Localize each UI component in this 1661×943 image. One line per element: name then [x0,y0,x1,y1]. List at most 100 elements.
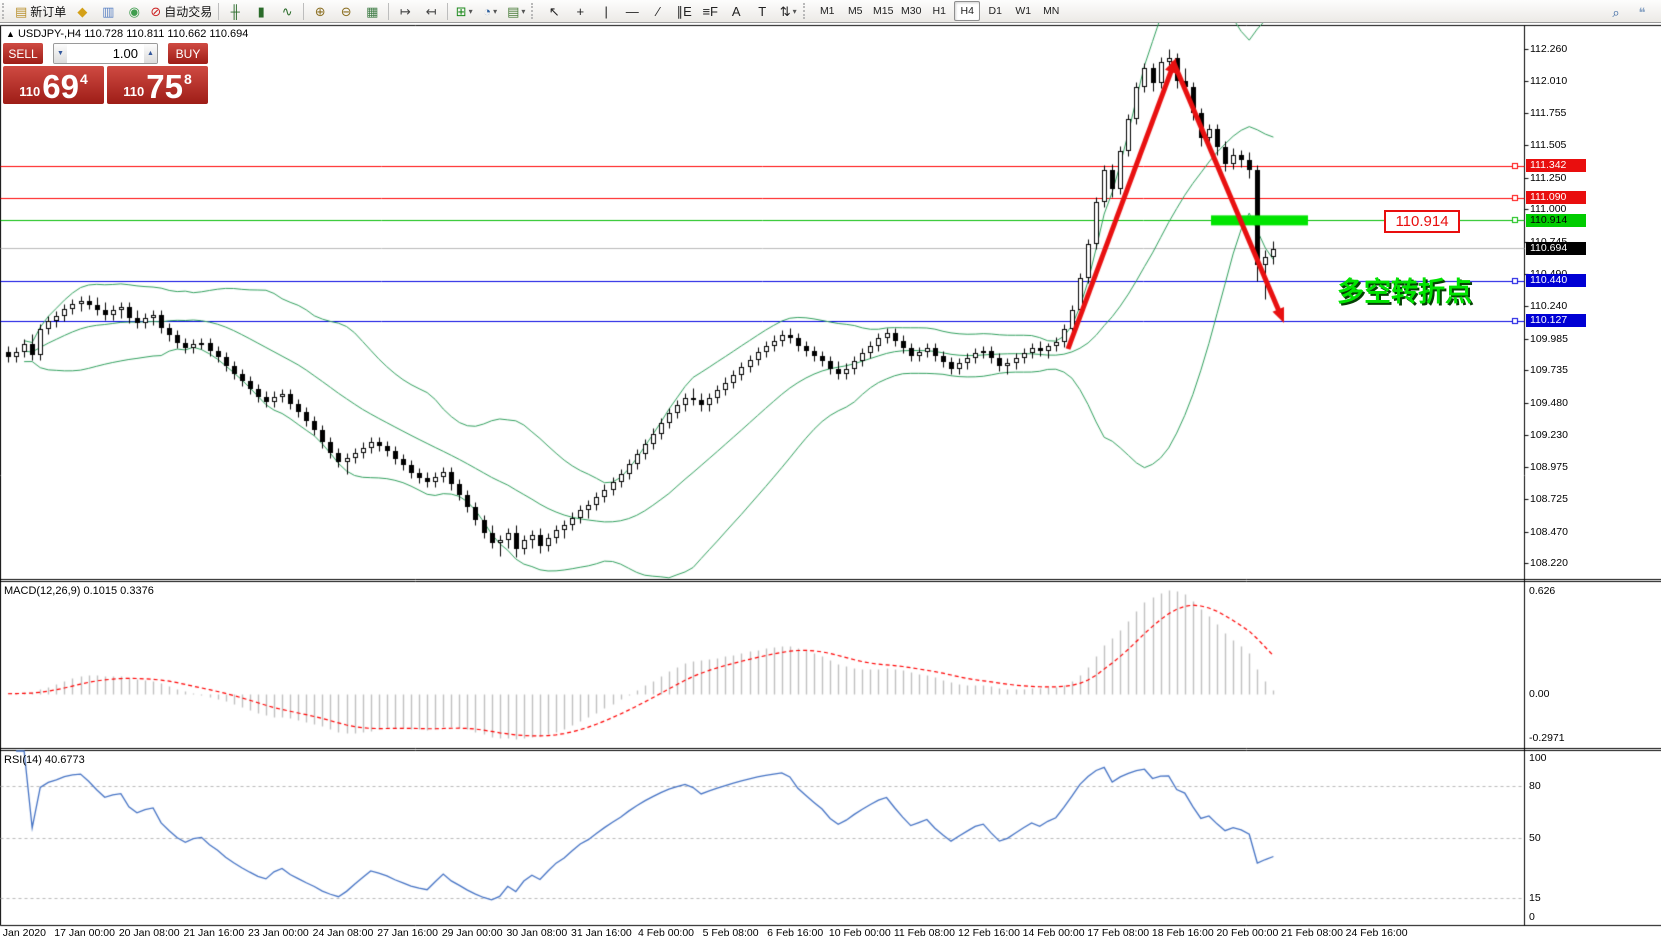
periods-button[interactable]: ◔▾ [477,0,503,22]
bar-chart-icon[interactable]: ╫ [222,0,248,22]
symbol-period: USDJPY-,H4 [18,28,81,40]
price-axis-label: 108.975 [1530,461,1568,473]
vertical-line-icon: | [605,5,608,18]
price-axis-label: 112.260 [1530,43,1567,55]
timeframe-m1-button[interactable]: M1 [814,1,840,21]
equidistant-channel-icon: ∥E [677,5,692,18]
rsi-axis-label: 80 [1529,780,1541,792]
buy-price-button[interactable]: 110 75 8 [107,66,208,104]
time-axis-label: 4 Feb 00:00 [638,927,694,939]
timeframe-m5-button[interactable]: M5 [842,1,868,21]
price-line-badge: 110.440 [1526,274,1586,287]
price-axis-label: 111.250 [1530,172,1566,184]
price-axis-label: 111.505 [1530,139,1566,151]
macd-axis-label: 0.00 [1529,688,1549,700]
volume-input[interactable]: 1.00 [67,44,144,63]
cursor-icon[interactable]: ↖ [541,0,567,22]
market-watch-icon[interactable]: ▥ [95,0,121,22]
price-axis-label: 108.725 [1530,493,1568,505]
chart-shift-icon[interactable]: ↤ [418,0,444,22]
timeframe-mn-button[interactable]: MN [1038,1,1064,21]
sell-button[interactable]: SELL [3,43,43,64]
equidistant-channel-icon[interactable]: ∥E [671,0,697,22]
buy-button[interactable]: BUY [168,43,208,64]
buy-price-point: 8 [184,71,192,87]
toolbar-separator [447,3,448,20]
line-chart-icon: ∿ [282,5,293,18]
templates-button[interactable]: ▤▾ [503,0,529,22]
zoom-out-icon: ⊖ [341,5,352,18]
autotrading-button[interactable]: ⊘自动交易 [147,0,215,22]
chevron-down-icon: ▾ [793,7,797,16]
timeframe-h1-button[interactable]: H1 [926,1,952,21]
price-axis-label: 111.755 [1530,107,1566,119]
line-chart-icon[interactable]: ∿ [274,0,300,22]
chart-window[interactable]: ▲ USDJPY-,H4 110.728 110.811 110.662 110… [0,23,1661,943]
text-icon: A [732,5,741,18]
time-axis-label: 24 Feb 16:00 [1346,927,1408,939]
arrows-tool-button[interactable]: ⇅▾ [775,0,801,22]
sell-price-base: 110 [19,84,40,99]
tile-windows-icon: ▦ [366,5,378,18]
time-axis-label: 14 Feb 00:00 [1023,927,1085,939]
zoom-in-icon[interactable]: ⊕ [307,0,333,22]
signals-icon[interactable]: ◉ [121,0,147,22]
crosshair-icon: + [576,5,584,18]
zoom-out-icon[interactable]: ⊖ [333,0,359,22]
symbol-search-icon: ⌕ [1612,6,1619,19]
timeframe-h4-button[interactable]: H4 [954,1,980,21]
time-axis-label: 17 Feb 08:00 [1087,927,1149,939]
price-axis-label: 108.220 [1530,557,1568,569]
timeframe-m15-button[interactable]: M15 [870,1,896,21]
turning-point-annotation[interactable]: 多空转折点 [1337,270,1472,309]
sell-price-button[interactable]: 110 69 4 [3,66,104,104]
candlestick-chart-icon[interactable]: ▮ [248,0,274,22]
vertical-line-icon[interactable]: | [593,0,619,22]
trendline-icon[interactable]: ∕ [645,0,671,22]
time-axis-label: 31 Jan 16:00 [571,927,632,939]
chevron-down-icon: ▾ [469,7,473,16]
auto-scroll-icon[interactable]: ↦ [392,0,418,22]
price-chart-canvas[interactable] [0,23,1661,943]
price-annotation-box[interactable]: 110.914 [1384,210,1460,233]
auto-scroll-icon: ↦ [400,5,411,18]
horizontal-line-icon[interactable]: — [619,0,645,22]
timeframe-d1-button[interactable]: D1 [982,1,1008,21]
tile-windows-icon[interactable]: ▦ [359,0,385,22]
deposit-gold-icon: ◆ [77,5,87,18]
chevron-down-icon: ▾ [521,7,525,16]
ohlc-values: 110.728 110.811 110.662 110.694 [84,28,248,40]
autotrading-button-label: 自动交易 [164,3,212,20]
community-chat-icon[interactable]: ❝ [1629,1,1655,23]
price-axis-label: 109.985 [1530,333,1568,345]
indicators-add-button[interactable]: ⊞▾ [451,0,477,22]
sell-price-pips: 69 [42,73,79,101]
zoom-in-icon: ⊕ [315,5,326,18]
time-axis-label: 30 Jan 08:00 [506,927,567,939]
sell-price-point: 4 [80,71,88,87]
buy-price-pips: 75 [146,73,183,101]
time-axis-label: 12 Feb 16:00 [958,927,1020,939]
rsi-axis-label: 15 [1529,892,1541,904]
chevron-down-icon: ▾ [493,7,497,16]
timeframe-w1-button[interactable]: W1 [1010,1,1036,21]
quote-line: ▲ USDJPY-,H4 110.728 110.811 110.662 110… [6,28,248,40]
rsi-axis-label: 100 [1529,752,1547,764]
text-icon[interactable]: A [723,0,749,22]
volume-decrease-button[interactable]: ▼ [54,44,67,63]
trendline-icon: ∕ [657,5,659,18]
price-axis-label: 109.230 [1530,429,1568,441]
timeframe-m30-button[interactable]: M30 [898,1,924,21]
volume-increase-button[interactable]: ▲ [144,44,157,63]
periods-button: ◔ [483,5,491,18]
text-label-icon[interactable]: T [749,0,775,22]
chart-shift-icon: ↤ [426,5,437,18]
fibonacci-icon[interactable]: ≡F [697,0,723,22]
crosshair-icon[interactable]: + [567,0,593,22]
top-toolbar: ▤新订单◆▥◉⊘自动交易 ╫▮∿ ⊕⊖▦ ↦↤ ⊞▾◔▾▤▾ ↖+|—∕∥E≡F… [0,0,1661,23]
symbol-search-icon[interactable]: ⌕ [1603,1,1629,23]
deposit-gold-icon[interactable]: ◆ [69,0,95,22]
text-label-icon: T [758,5,766,18]
new-order-button[interactable]: ▤新订单 [12,0,69,22]
rsi-indicator-label: RSI(14) 40.6773 [4,754,85,766]
